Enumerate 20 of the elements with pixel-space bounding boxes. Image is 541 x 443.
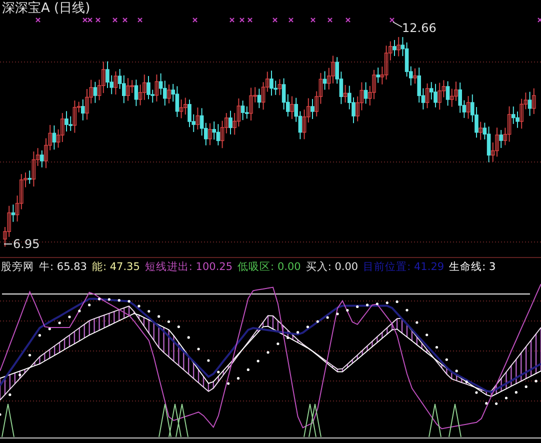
chart-title: 深深宝A (日线) — [1, 0, 92, 17]
indicator-value: 目前位置: 41.29 — [363, 260, 444, 274]
signal-spike — [308, 404, 322, 438]
indicator-name: 股旁网 — [1, 260, 34, 274]
indicator-value: 牛: 65.83 — [39, 260, 87, 274]
indicator-value: 低吸区: 0.00 — [238, 260, 301, 274]
leader-line — [392, 22, 402, 28]
indicator-value: 买入: 0.00 — [306, 260, 358, 274]
indicator-value: 短线进出: 100.25 — [144, 260, 233, 274]
signal-spike — [176, 404, 188, 438]
signal-spike — [304, 404, 316, 438]
indicator-value: 生命线: 3 — [449, 260, 496, 274]
signal-spike — [158, 404, 172, 438]
signal-spike — [448, 404, 462, 438]
signal-spike — [428, 404, 442, 438]
low-price-label: 6.95 — [13, 237, 40, 251]
signal-spike — [168, 404, 182, 438]
signal-spike — [2, 404, 14, 438]
high-price-label: 12.66 — [402, 21, 436, 35]
indicator-value: 能: 47.35 — [92, 260, 140, 274]
